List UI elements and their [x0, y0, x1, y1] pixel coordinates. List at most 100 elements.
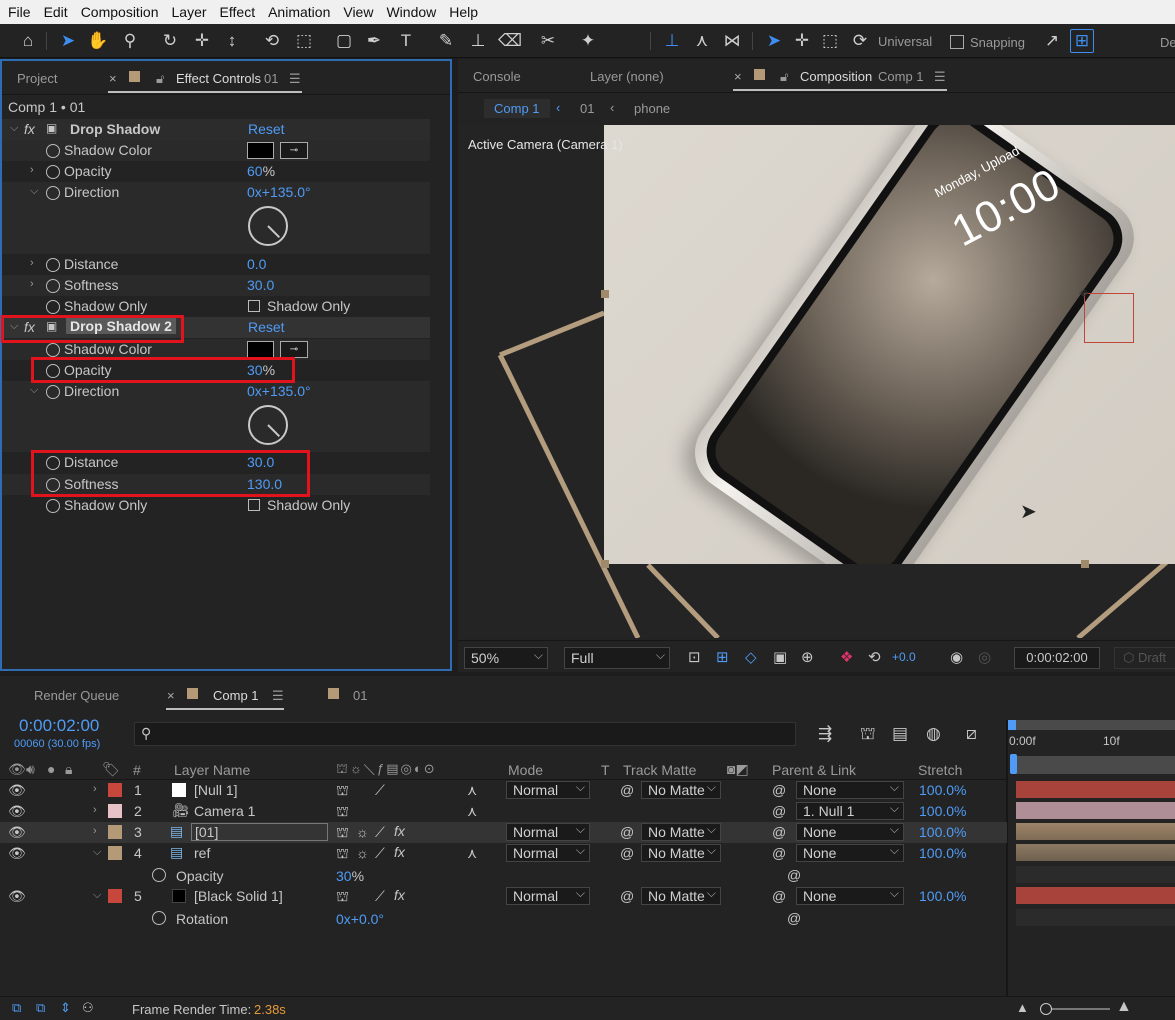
- workspace-label[interactable]: De: [1160, 35, 1175, 50]
- eraser-tool-icon[interactable]: ⌫: [498, 29, 522, 53]
- shy-switch-icon[interactable]: ⛫: [336, 782, 349, 801]
- opacity-value[interactable]: 60%: [247, 163, 275, 179]
- fx-icon[interactable]: fx: [24, 121, 35, 137]
- layer-label-color[interactable]: [108, 804, 122, 818]
- visibility-eye-icon[interactable]: 👁︎: [8, 824, 26, 841]
- quality-switch-icon[interactable]: ⟋: [375, 888, 385, 905]
- render-time-toggle-icon[interactable]: ⚇: [82, 1000, 94, 1016]
- panel-menu-icon[interactable]: ☰: [272, 688, 284, 704]
- color-channels-icon[interactable]: ❖: [840, 648, 853, 666]
- expression-pick-whip-icon[interactable]: @: [787, 910, 801, 926]
- visibility-eye-icon[interactable]: 👁︎: [8, 782, 26, 799]
- stretch-value[interactable]: 100.0%: [919, 782, 966, 798]
- view-axis-icon[interactable]: ⋈: [720, 29, 744, 53]
- shy-switch-icon[interactable]: ⛫: [336, 888, 349, 907]
- stopwatch-icon[interactable]: [152, 868, 166, 882]
- tab-01[interactable]: 01: [353, 688, 367, 703]
- comp-mini-flowchart-icon[interactable]: ⇶: [818, 724, 832, 744]
- pick-whip-icon[interactable]: @: [772, 782, 786, 798]
- menu-layer[interactable]: Layer: [165, 4, 213, 20]
- zoom-in-icon[interactable]: ▲: [1116, 998, 1132, 1016]
- nav-phone[interactable]: phone: [634, 101, 670, 116]
- orbit-camera-icon[interactable]: ↻: [158, 29, 182, 53]
- track-matte-dropdown[interactable]: No Matte: [641, 821, 721, 841]
- stopwatch-icon[interactable]: [46, 165, 60, 179]
- frame-handle[interactable]: [601, 290, 609, 298]
- timeline-timecode[interactable]: 0:00:02:00: [19, 716, 99, 736]
- show-snapshot-icon[interactable]: ◎: [978, 648, 991, 666]
- parent-dropdown[interactable]: None: [796, 821, 904, 841]
- grid-guides-icon[interactable]: ⊕: [801, 648, 814, 666]
- reset-button[interactable]: Reset: [248, 121, 285, 137]
- layer-row[interactable]: 👁︎ ⌵ 4 ▤ ref ⛫ ☼ ⟋ fx ⋏ Normal @ No Matt…: [0, 842, 1007, 864]
- selection-tool-icon[interactable]: ➤: [56, 29, 80, 53]
- stopwatch-icon[interactable]: [46, 456, 60, 470]
- expand-arrow-icon[interactable]: ›: [30, 278, 34, 290]
- frame-handle[interactable]: [1081, 560, 1089, 568]
- stopwatch-icon[interactable]: [46, 258, 60, 272]
- parent-dropdown[interactable]: None: [796, 842, 904, 862]
- stopwatch-icon[interactable]: [46, 186, 60, 200]
- expand-arrow-icon[interactable]: ›: [30, 257, 34, 269]
- 3d-layer-icon[interactable]: ⋏: [467, 782, 477, 799]
- type-tool-icon[interactable]: T: [394, 29, 418, 53]
- universal-label[interactable]: Universal: [878, 34, 932, 49]
- menu-file[interactable]: File: [0, 4, 37, 20]
- selection-arrow-icon[interactable]: ➤: [762, 29, 786, 53]
- layer-label-color[interactable]: [108, 846, 122, 860]
- fast-preview-icon[interactable]: ⊡: [688, 648, 701, 666]
- parent-dropdown[interactable]: 1. Null 1: [796, 800, 904, 820]
- effect-switch-icon[interactable]: fx: [394, 823, 405, 839]
- matte-link-icon[interactable]: @: [620, 824, 634, 840]
- shadow-only-checkbox[interactable]: [248, 499, 260, 511]
- shadow-only-checkbox[interactable]: [248, 300, 260, 312]
- draft-3d-toggle[interactable]: ⬡ Draft: [1114, 647, 1175, 669]
- quality-switch-icon[interactable]: ⟋: [375, 782, 385, 799]
- zoom-tool-icon[interactable]: ⚲: [118, 29, 142, 53]
- matte-link-icon[interactable]: @: [620, 845, 634, 861]
- brush-tool-icon[interactable]: ✎: [434, 29, 458, 53]
- transparency-grid-icon[interactable]: ⊞: [716, 648, 729, 666]
- layer-row[interactable]: 👁︎ › 3 ▤ [01] ⛫ ☼ ⟋ fx Normal @ No Matte…: [0, 821, 1007, 843]
- local-axis-icon[interactable]: ⊥: [660, 29, 684, 53]
- layer-bar[interactable]: [1016, 802, 1175, 819]
- zoom-out-icon[interactable]: ▲: [1016, 1000, 1029, 1015]
- layer-name-edit[interactable]: [01]: [191, 823, 328, 841]
- layer-name[interactable]: [Black Solid 1]: [194, 888, 283, 904]
- effect-switch-icon[interactable]: fx: [394, 844, 405, 860]
- layer-label-color[interactable]: [108, 889, 122, 903]
- world-axis-icon[interactable]: ⋏: [690, 29, 714, 53]
- matte-link-icon[interactable]: @: [620, 888, 634, 904]
- frame-blending-icon[interactable]: ▤: [892, 724, 908, 744]
- angle-dial[interactable]: [248, 405, 288, 445]
- track-matte-dropdown[interactable]: No Matte: [641, 842, 721, 862]
- motion-blur-icon[interactable]: ◍: [926, 724, 941, 744]
- visibility-eye-icon[interactable]: 👁︎: [8, 845, 26, 862]
- current-time-display[interactable]: 0:00:02:00: [1014, 647, 1100, 669]
- layer-bar[interactable]: [1016, 823, 1175, 840]
- angle-dial[interactable]: [248, 206, 288, 246]
- composition-frame[interactable]: Monday, Upload 10:00 ⌖ ➤: [604, 125, 1175, 564]
- home-icon[interactable]: ⌂: [16, 29, 40, 53]
- expand-arrow-icon[interactable]: ⌵: [93, 846, 101, 859]
- color-management-icon[interactable]: ⟲: [868, 648, 881, 666]
- in-out-toggle-icon[interactable]: ⇕: [60, 1000, 71, 1016]
- composition-name[interactable]: Comp 1: [878, 69, 924, 84]
- snapping-checkbox[interactable]: [950, 35, 964, 49]
- layer-label-color[interactable]: [108, 825, 122, 839]
- layer-name[interactable]: [Null 1]: [194, 782, 238, 798]
- panel-menu-icon[interactable]: ☰: [289, 71, 301, 87]
- move-icon[interactable]: ✛: [790, 29, 814, 53]
- reset-button[interactable]: Reset: [248, 319, 285, 335]
- rotation-value[interactable]: 0x+0.0°: [336, 911, 384, 927]
- close-tab-icon[interactable]: ×: [734, 69, 742, 84]
- 3d-layer-icon[interactable]: ⋏: [467, 803, 477, 820]
- transfer-controls-toggle-icon[interactable]: ⧉: [36, 1000, 45, 1016]
- softness-value[interactable]: 130.0: [247, 476, 282, 492]
- clone-stamp-icon[interactable]: ⊥: [466, 29, 490, 53]
- menu-edit[interactable]: Edit: [37, 4, 74, 20]
- stopwatch-icon[interactable]: [46, 499, 60, 513]
- resolution-dropdown[interactable]: Full: [564, 645, 670, 669]
- layer-bar[interactable]: [1016, 844, 1175, 861]
- direction-value[interactable]: 0x+135.0°: [247, 184, 311, 200]
